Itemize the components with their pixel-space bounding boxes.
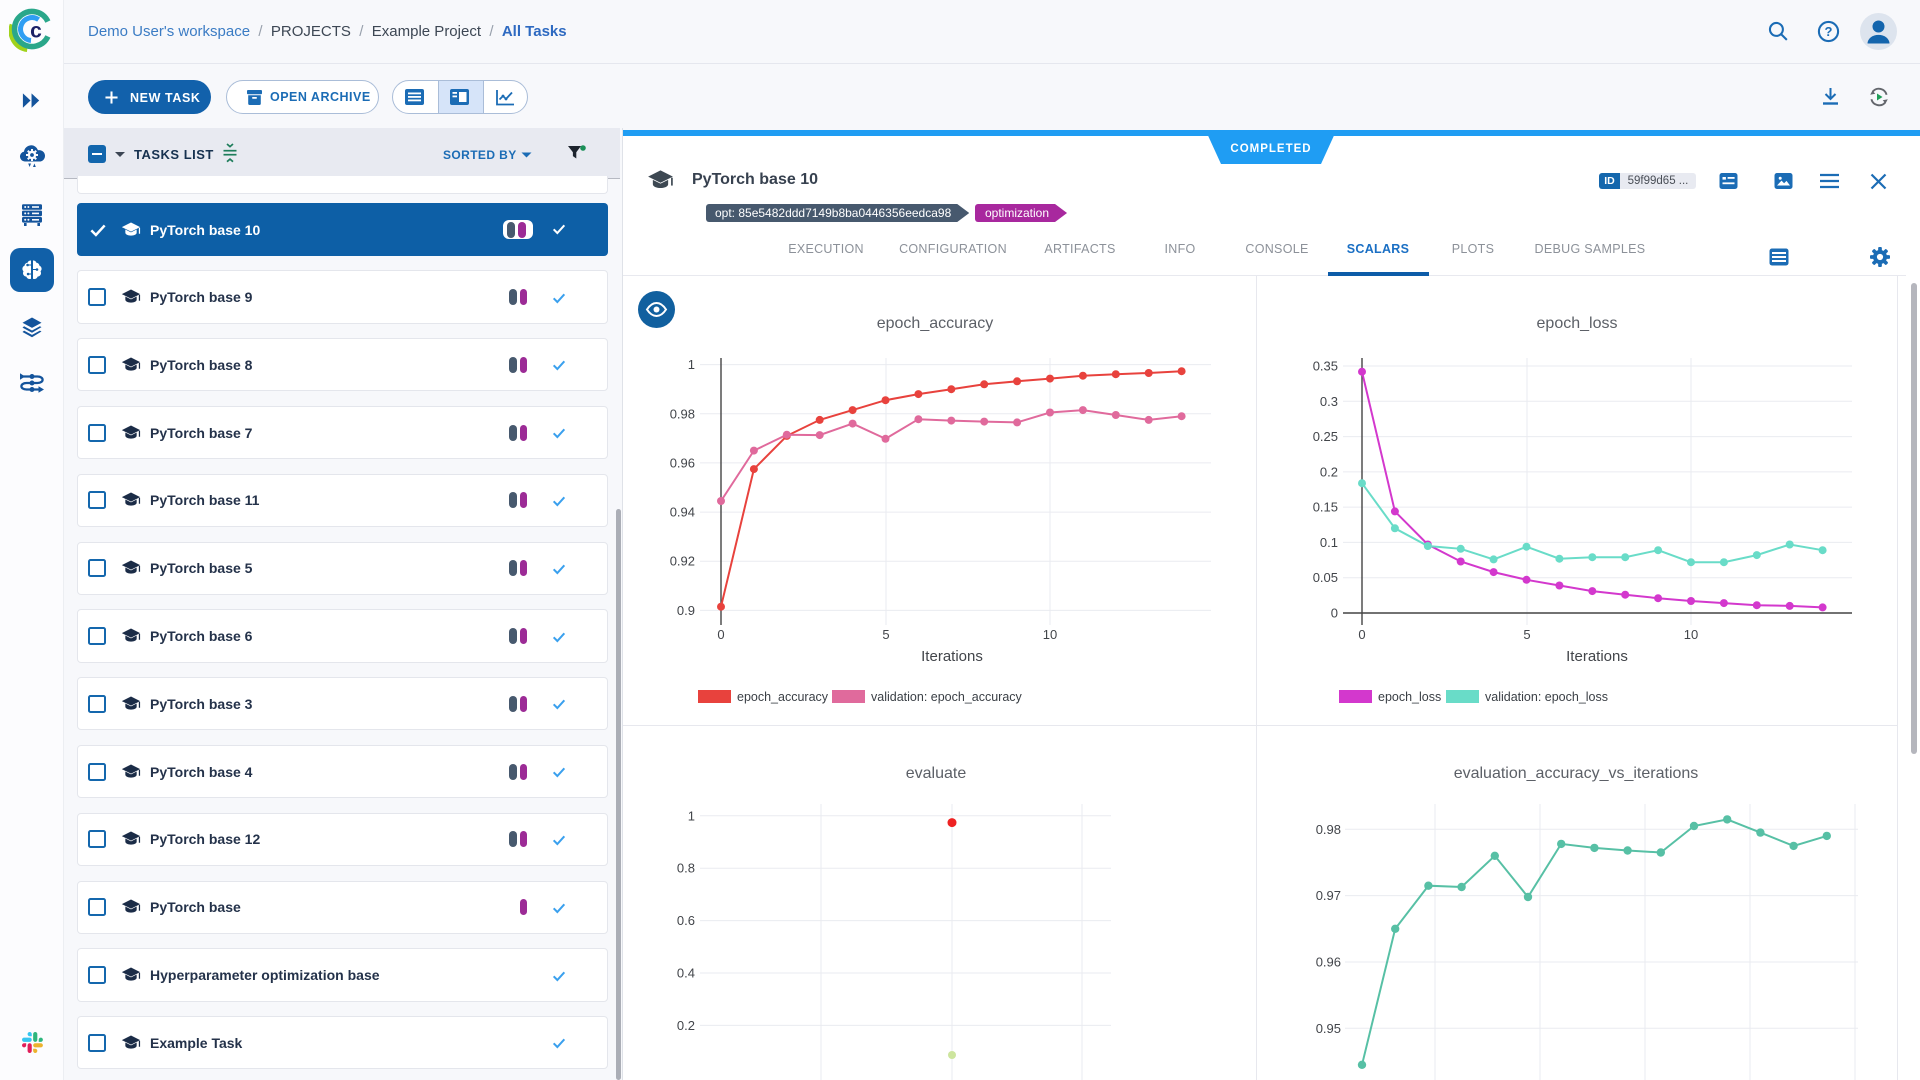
svg-text:evaluation_accuracy_vs_iterati: evaluation_accuracy_vs_iterations bbox=[1454, 765, 1699, 782]
svg-text:0.4: 0.4 bbox=[677, 966, 695, 981]
svg-text:1: 1 bbox=[688, 808, 695, 823]
svg-text:10: 10 bbox=[1684, 627, 1698, 642]
svg-text:0.2: 0.2 bbox=[677, 1018, 695, 1033]
svg-text:0.9: 0.9 bbox=[677, 603, 695, 618]
svg-text:0.6: 0.6 bbox=[677, 913, 695, 928]
svg-text:epoch_loss: epoch_loss bbox=[1537, 315, 1618, 332]
svg-text:1: 1 bbox=[688, 357, 695, 372]
svg-text:0.3: 0.3 bbox=[1320, 394, 1338, 409]
svg-text:0.05: 0.05 bbox=[1313, 570, 1338, 585]
svg-text:5: 5 bbox=[1523, 627, 1530, 642]
svg-text:0.96: 0.96 bbox=[670, 455, 695, 470]
svg-text:epoch_loss: epoch_loss bbox=[1378, 690, 1441, 704]
svg-text:Iterations: Iterations bbox=[1566, 648, 1628, 665]
svg-text:0.15: 0.15 bbox=[1313, 500, 1338, 515]
svg-text:0.35: 0.35 bbox=[1313, 359, 1338, 374]
svg-text:?: ? bbox=[1825, 24, 1833, 39]
svg-text:0.92: 0.92 bbox=[670, 554, 695, 569]
svg-text:0.2: 0.2 bbox=[1320, 464, 1338, 479]
svg-text:epoch_accuracy: epoch_accuracy bbox=[877, 315, 994, 332]
svg-text:0.97: 0.97 bbox=[1316, 888, 1341, 903]
svg-text:0.95: 0.95 bbox=[1316, 1021, 1341, 1036]
svg-text:0.94: 0.94 bbox=[670, 505, 695, 520]
svg-text:0.96: 0.96 bbox=[1316, 955, 1341, 970]
svg-text:0: 0 bbox=[1331, 606, 1338, 621]
svg-text:0.98: 0.98 bbox=[670, 406, 695, 421]
svg-text:0.98: 0.98 bbox=[1316, 822, 1341, 837]
svg-text:0: 0 bbox=[717, 627, 724, 642]
svg-text:0.8: 0.8 bbox=[677, 861, 695, 876]
svg-text:0.25: 0.25 bbox=[1313, 429, 1338, 444]
svg-text:evaluate: evaluate bbox=[906, 765, 967, 782]
svg-text:5: 5 bbox=[882, 627, 889, 642]
svg-text:validation: epoch_loss: validation: epoch_loss bbox=[1485, 690, 1608, 704]
svg-text:validation: epoch_accuracy: validation: epoch_accuracy bbox=[871, 690, 1023, 704]
svg-text:0: 0 bbox=[1358, 627, 1365, 642]
svg-text:0.1: 0.1 bbox=[1320, 535, 1338, 550]
svg-text:c: c bbox=[30, 20, 42, 43]
svg-text:Iterations: Iterations bbox=[921, 648, 983, 665]
svg-text:epoch_accuracy: epoch_accuracy bbox=[737, 690, 829, 704]
svg-text:10: 10 bbox=[1043, 627, 1057, 642]
